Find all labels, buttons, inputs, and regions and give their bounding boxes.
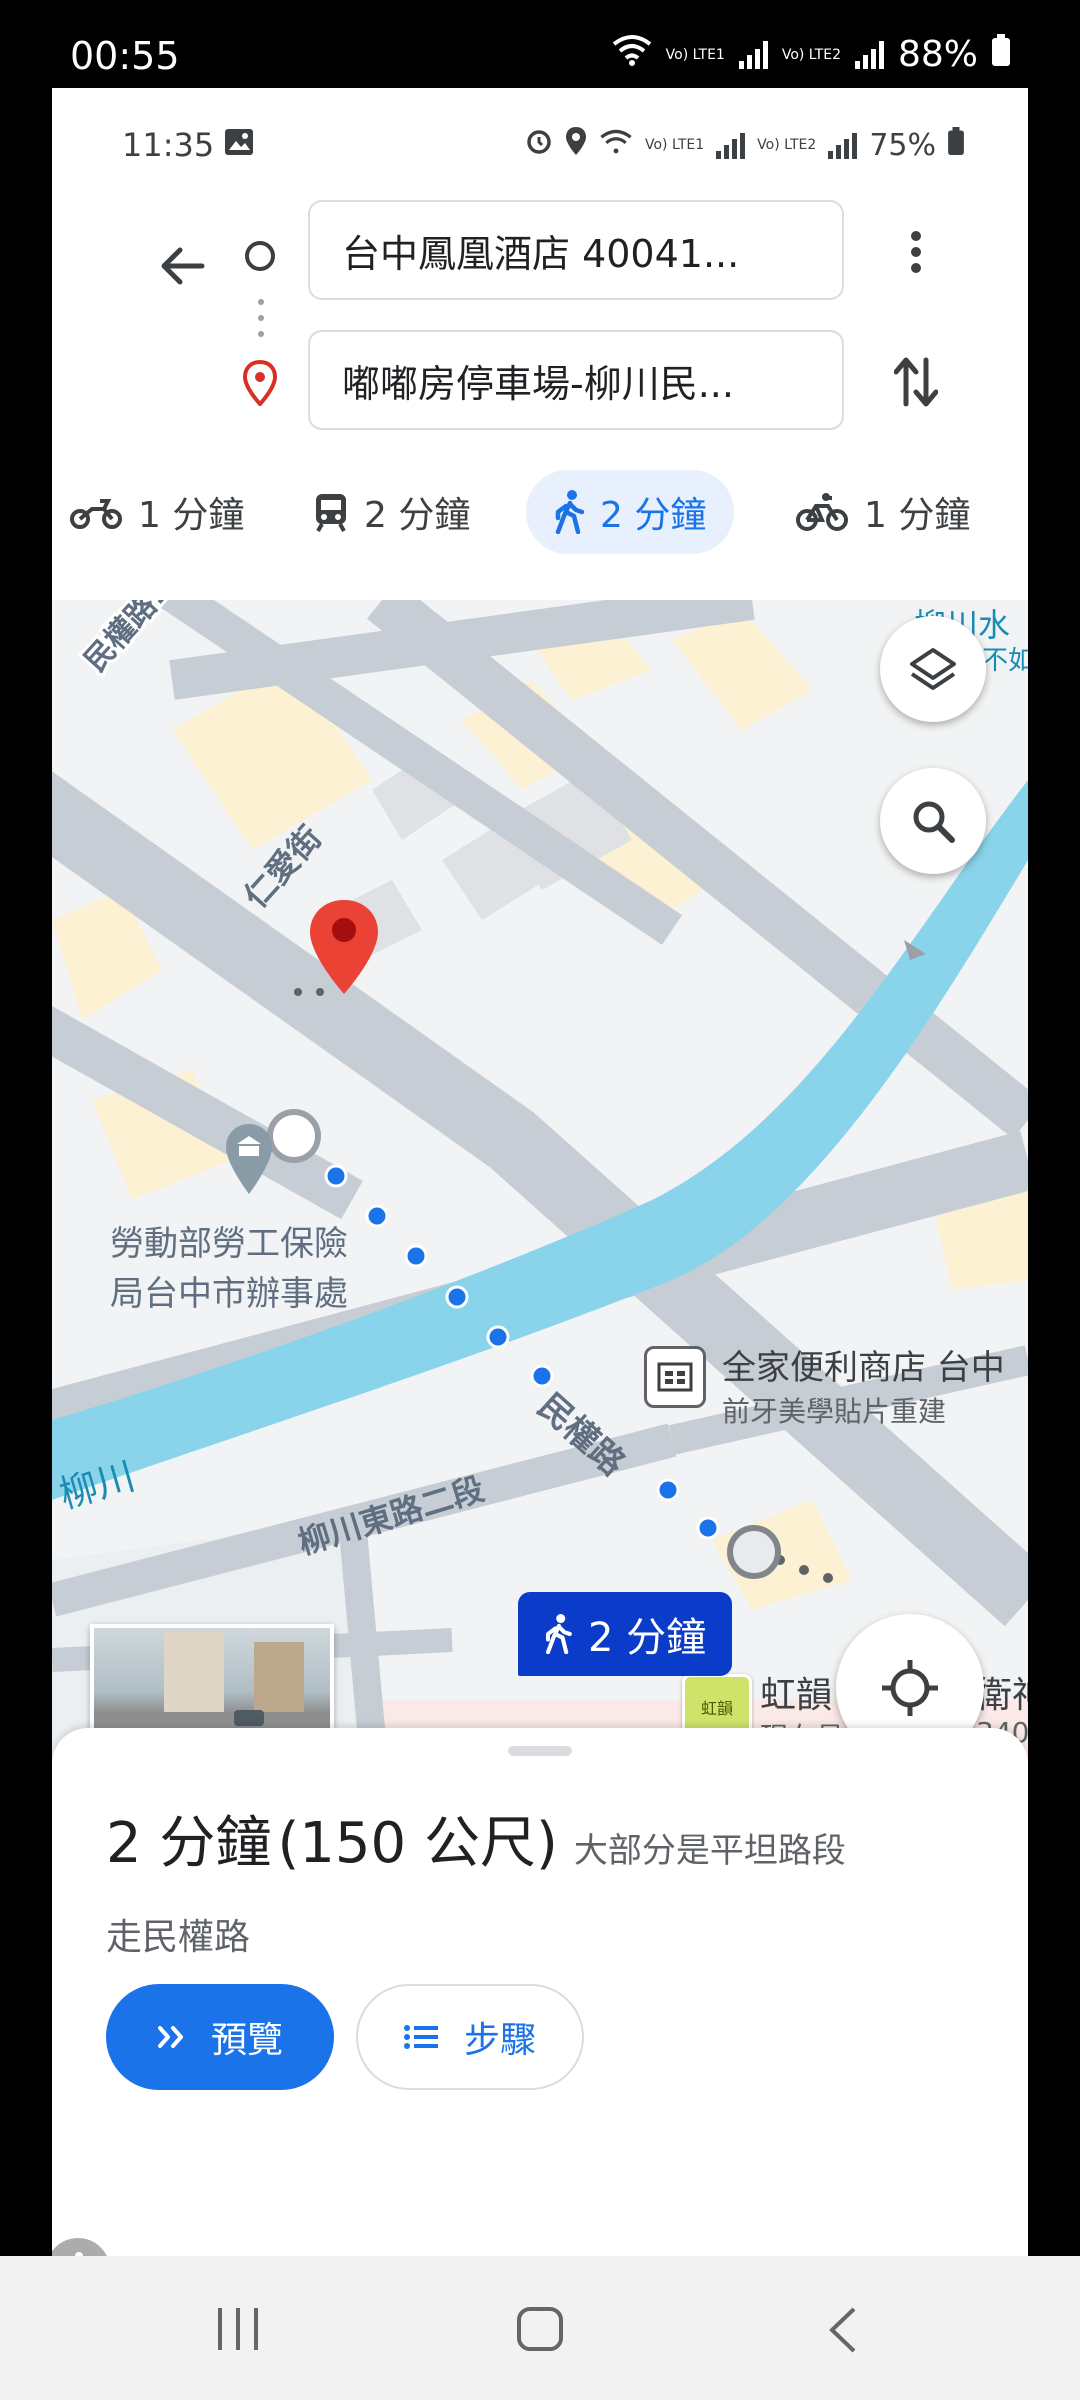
sheet-drag-handle[interactable] bbox=[508, 1746, 572, 1756]
double-chevron-icon bbox=[157, 2026, 183, 2048]
route-terrain: 大部分是平坦路段 bbox=[573, 1831, 846, 1871]
outer-status-bar: 00:55 Vo) LTE1 Vo) LTE2 88% bbox=[0, 0, 1080, 88]
lte2-label: Vo) LTE2 bbox=[757, 137, 817, 153]
walk-icon bbox=[545, 1614, 572, 1654]
destination-marker-icon[interactable] bbox=[308, 898, 380, 1000]
battery-percent: 75% bbox=[869, 127, 936, 163]
signal-icon bbox=[828, 131, 858, 159]
back-button[interactable] bbox=[144, 228, 220, 304]
search-map-button[interactable] bbox=[880, 768, 986, 874]
maps-screen: 11:35 Vo) LTE1 Vo) LTE2 75% 台中鳳凰酒店 40041… bbox=[52, 88, 1028, 2256]
walk-icon bbox=[555, 490, 584, 534]
back-nav-icon[interactable] bbox=[826, 2306, 858, 2358]
map-view[interactable]: 民權路186巷 仁愛街 柳川水 不如 勞動部勞工保險 局台中市辦事處 全家便利商… bbox=[52, 600, 1028, 1800]
location-icon bbox=[565, 126, 587, 164]
swap-vert-icon bbox=[894, 357, 938, 407]
mode-walking[interactable]: 2 分鐘 bbox=[526, 470, 735, 554]
mode-label: 2 分鐘 bbox=[600, 495, 707, 536]
route-connector bbox=[257, 296, 265, 350]
transit-icon bbox=[316, 494, 346, 532]
mode-motorcycle[interactable]: 1 分鐘 bbox=[70, 470, 244, 554]
outer-status-icons: Vo) LTE1 Vo) LTE2 88% bbox=[612, 34, 1010, 75]
search-icon bbox=[913, 801, 955, 843]
bicycle-icon bbox=[796, 493, 848, 531]
mode-transit[interactable]: 2 分鐘 bbox=[314, 470, 470, 554]
poi-familymart[interactable]: 全家便利商店 台中 bbox=[722, 1340, 1005, 1389]
outer-clock: 00:55 bbox=[70, 34, 180, 78]
battery-icon bbox=[992, 34, 1010, 75]
mode-label: 1 分鐘 bbox=[864, 495, 971, 536]
motorcycle-icon bbox=[70, 499, 122, 529]
poi-familymart-sub: 前牙美學貼片重建 bbox=[722, 1395, 947, 1428]
origin-input[interactable]: 台中鳳凰酒店 40041... bbox=[308, 200, 844, 300]
signal-icon bbox=[738, 40, 768, 69]
mode-label: 2 分鐘 bbox=[364, 495, 471, 536]
route-duration-badge[interactable]: 2 分鐘 bbox=[518, 1592, 733, 1676]
more-vert-icon bbox=[911, 231, 921, 273]
lte1-label: Vo) LTE1 bbox=[645, 137, 705, 153]
layers-icon bbox=[910, 648, 956, 690]
battery-percent: 88% bbox=[897, 34, 978, 75]
landmark-icon bbox=[224, 1122, 274, 1200]
mode-label: 1 分鐘 bbox=[138, 495, 245, 536]
layers-button[interactable] bbox=[880, 616, 986, 722]
arrow-back-icon bbox=[161, 247, 205, 285]
lte1-label: Vo) LTE1 bbox=[665, 46, 725, 63]
steps-label: 步驟 bbox=[463, 2020, 536, 2061]
mode-bicycle[interactable]: 1 分鐘 bbox=[796, 470, 970, 554]
inner-status-icons: Vo) LTE1 Vo) LTE2 75% bbox=[525, 126, 964, 164]
wifi-icon bbox=[599, 128, 633, 163]
river-label-top-sub: 不如 bbox=[982, 646, 1028, 676]
home-nav-icon[interactable] bbox=[516, 2306, 564, 2356]
destination-pin-icon bbox=[242, 359, 278, 410]
store-icon[interactable] bbox=[644, 1346, 706, 1408]
poi-hongyun[interactable]: 虹韻 bbox=[760, 1666, 832, 1718]
route-bottom-sheet[interactable]: 2 分鐘 (150 公尺) 大部分是平坦路段 走民權路 預覽 步驟 bbox=[52, 1728, 1028, 2256]
preview-label: 預覽 bbox=[210, 2020, 283, 2061]
origin-dot-icon bbox=[242, 238, 278, 278]
route-summary: 2 分鐘 (150 公尺) 大部分是平坦路段 bbox=[106, 1798, 846, 1879]
image-icon bbox=[224, 128, 254, 160]
inner-clock: 11:35 bbox=[122, 126, 215, 164]
signal-icon bbox=[854, 40, 884, 69]
destination-input[interactable]: 嘟嘟房停車場-柳川民... bbox=[308, 330, 844, 430]
route-distance: (150 公尺) bbox=[277, 1811, 558, 1876]
battery-icon bbox=[948, 127, 964, 163]
lte2-label: Vo) LTE2 bbox=[781, 46, 841, 63]
my-location-icon bbox=[882, 1660, 938, 1716]
more-options-button[interactable] bbox=[878, 212, 954, 292]
recents-nav-icon[interactable] bbox=[214, 2306, 262, 2356]
preview-button[interactable]: 預覽 bbox=[106, 1984, 334, 2090]
poi-labor-insurance-line1[interactable]: 勞動部勞工保險 bbox=[110, 1216, 348, 1265]
route-duration-text: 2 分鐘 bbox=[588, 1615, 707, 1661]
info-icon[interactable] bbox=[52, 2238, 110, 2256]
signal-icon bbox=[716, 131, 746, 159]
inner-status-bar: 11:35 Vo) LTE1 Vo) LTE2 75% bbox=[52, 88, 1028, 198]
list-icon bbox=[403, 2025, 438, 2049]
alarm-icon bbox=[525, 127, 553, 163]
route-duration: 2 分鐘 bbox=[106, 1811, 272, 1876]
poi-labor-insurance-line2[interactable]: 局台中市辦事處 bbox=[110, 1266, 348, 1315]
route-via: 走民權路 bbox=[106, 1917, 251, 1958]
system-navigation-bar bbox=[0, 2256, 1080, 2400]
swap-button[interactable] bbox=[878, 342, 954, 422]
wifi-icon bbox=[612, 34, 652, 75]
steps-button[interactable]: 步驟 bbox=[356, 1984, 584, 2090]
